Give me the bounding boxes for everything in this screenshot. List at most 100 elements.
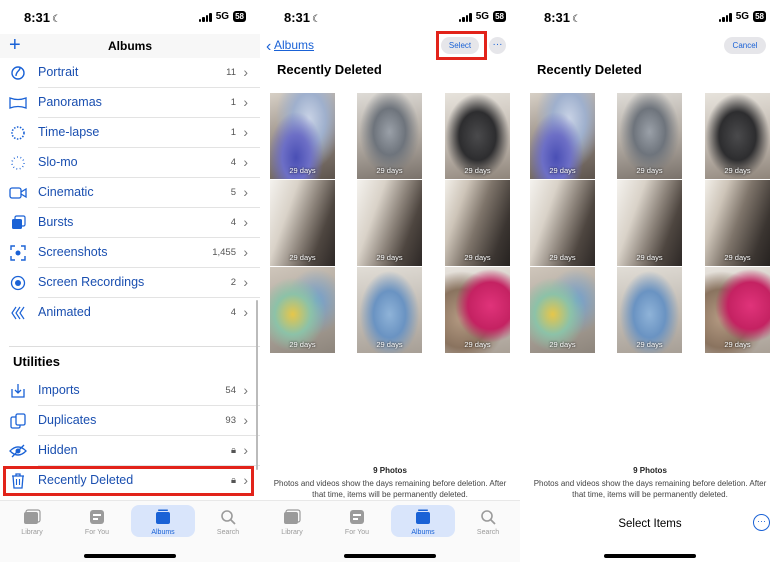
days-remaining: 29 days: [289, 166, 316, 175]
photo-thumbnail[interactable]: 29 days: [270, 180, 335, 266]
battery-icon: 58: [753, 11, 766, 22]
days-remaining: 29 days: [376, 340, 403, 349]
album-label: Hidden: [38, 443, 78, 457]
home-indicator: [344, 554, 436, 558]
chevron-right-icon: ›: [243, 94, 248, 110]
album-label: Cinematic: [38, 185, 94, 199]
nav-bar: Cancel: [520, 34, 780, 58]
photo-thumbnail[interactable]: 29 days: [617, 180, 682, 266]
photo-thumbnail[interactable]: 29 days: [530, 267, 595, 353]
album-row-imports[interactable]: Imports 54 ›: [0, 376, 260, 406]
status-icons: 5G 58: [458, 11, 506, 22]
album-row-time-lapse[interactable]: Time-lapse 1 ›: [0, 118, 260, 148]
tab-for-you[interactable]: For You: [72, 509, 122, 536]
home-indicator: [604, 554, 696, 558]
page-title: Recently Deleted: [277, 62, 382, 77]
days-remaining: 29 days: [289, 253, 316, 262]
section-divider: [9, 346, 260, 347]
days-remaining: 29 days: [724, 340, 751, 349]
days-remaining: 29 days: [549, 340, 576, 349]
album-row-hidden[interactable]: Hidden 🔒︎ ›: [0, 436, 260, 466]
days-remaining: 29 days: [549, 166, 576, 175]
page-title: Albums: [107, 39, 152, 53]
photo-grid: 29 days 29 days 29 days 29 days 29 days …: [520, 93, 780, 354]
album-label: Screen Recordings: [38, 275, 145, 289]
tab-albums[interactable]: Albums: [398, 509, 448, 536]
status-time: 8:31 ☾: [544, 10, 581, 25]
tab-library[interactable]: Library: [7, 509, 57, 536]
photo-count: 9 Photos: [633, 466, 667, 475]
more-options-icon[interactable]: ···: [753, 514, 770, 531]
chevron-left-icon: ‹: [266, 38, 272, 55]
signal-icon: [718, 12, 732, 22]
album-row-panoramas[interactable]: Panoramas 1 ›: [0, 88, 260, 118]
chevron-right-icon: ›: [243, 154, 248, 170]
days-remaining: 29 days: [636, 166, 663, 175]
photo-thumbnail[interactable]: 29 days: [617, 267, 682, 353]
album-count: 54: [225, 385, 236, 396]
tab-search[interactable]: Search: [463, 509, 513, 536]
days-remaining: 29 days: [464, 166, 491, 175]
tab-label: For You: [344, 529, 370, 536]
days-remaining: 29 days: [464, 340, 491, 349]
status-time: 8:31 ☾: [24, 10, 61, 25]
tab-label: Albums: [411, 529, 435, 536]
album-row-slo-mo[interactable]: Slo-mo 4 ›: [0, 148, 260, 178]
tab-for-you[interactable]: For You: [332, 509, 382, 536]
photo-thumbnail[interactable]: 29 days: [530, 93, 595, 179]
library-icon: [24, 509, 41, 524]
album-row-duplicates[interactable]: Duplicates 93 ›: [0, 406, 260, 436]
tab-albums[interactable]: Albums: [138, 509, 188, 536]
photo-thumbnail[interactable]: 29 days: [705, 267, 770, 353]
back-button[interactable]: ‹ Albums: [266, 38, 314, 55]
timelapse-icon: [9, 124, 27, 142]
album-count: 4: [230, 217, 236, 228]
photo-thumbnail[interactable]: 29 days: [270, 267, 335, 353]
album-row-screenshots[interactable]: Screenshots 1,455 ›: [0, 238, 260, 268]
album-label: Screenshots: [38, 245, 108, 259]
album-row-screen-recordings[interactable]: Screen Recordings 2 ›: [0, 268, 260, 298]
album-label: Bursts: [38, 215, 74, 229]
photo-grid: 29 days 29 days 29 days 29 days 29 days …: [260, 93, 520, 354]
battery-icon: 58: [493, 11, 506, 22]
album-label: Slo-mo: [38, 155, 78, 169]
album-row-bursts[interactable]: Bursts 4 ›: [0, 208, 260, 238]
photo-thumbnail[interactable]: 29 days: [270, 93, 335, 179]
photo-thumbnail[interactable]: 29 days: [357, 180, 422, 266]
library-icon: [284, 509, 301, 524]
tab-search[interactable]: Search: [203, 509, 253, 536]
photo-thumbnail[interactable]: 29 days: [445, 93, 510, 179]
status-icons: 5G 58: [198, 11, 246, 22]
slomo-icon: [9, 154, 27, 172]
photo-thumbnail[interactable]: 29 days: [445, 267, 510, 353]
scrollbar[interactable]: [255, 300, 258, 470]
screen-recording-icon: [9, 274, 27, 292]
album-row-portrait[interactable]: Portrait 11 ›: [0, 58, 260, 88]
photo-thumbnail[interactable]: 29 days: [530, 180, 595, 266]
album-label: Portrait: [38, 65, 79, 79]
page-title: Recently Deleted: [537, 62, 642, 77]
bursts-icon: [9, 214, 27, 232]
photo-thumbnail[interactable]: 29 days: [357, 93, 422, 179]
cancel-button[interactable]: Cancel: [724, 37, 766, 54]
chevron-right-icon: ›: [243, 274, 248, 290]
photo-thumbnail[interactable]: 29 days: [705, 180, 770, 266]
photo-thumbnail[interactable]: 29 days: [617, 93, 682, 179]
tab-library[interactable]: Library: [267, 509, 317, 536]
album-row-animated[interactable]: Animated 4 ›: [0, 298, 260, 328]
album-count: 2: [230, 277, 236, 288]
select-highlight: [436, 31, 487, 60]
album-count: 5: [230, 187, 236, 198]
for-you-icon: [90, 510, 104, 524]
photo-thumbnail[interactable]: 29 days: [357, 267, 422, 353]
photo-count: 9 Photos: [373, 466, 407, 475]
chevron-right-icon: ›: [243, 214, 248, 230]
days-remaining: 29 days: [724, 166, 751, 175]
photo-thumbnail[interactable]: 29 days: [445, 180, 510, 266]
utilities-heading: Utilities: [13, 354, 60, 369]
more-icon[interactable]: ···: [489, 37, 506, 54]
album-count: 4: [230, 157, 236, 168]
album-row-cinematic[interactable]: Cinematic 5 ›: [0, 178, 260, 208]
network-label: 5G: [215, 11, 230, 22]
photo-thumbnail[interactable]: 29 days: [705, 93, 770, 179]
